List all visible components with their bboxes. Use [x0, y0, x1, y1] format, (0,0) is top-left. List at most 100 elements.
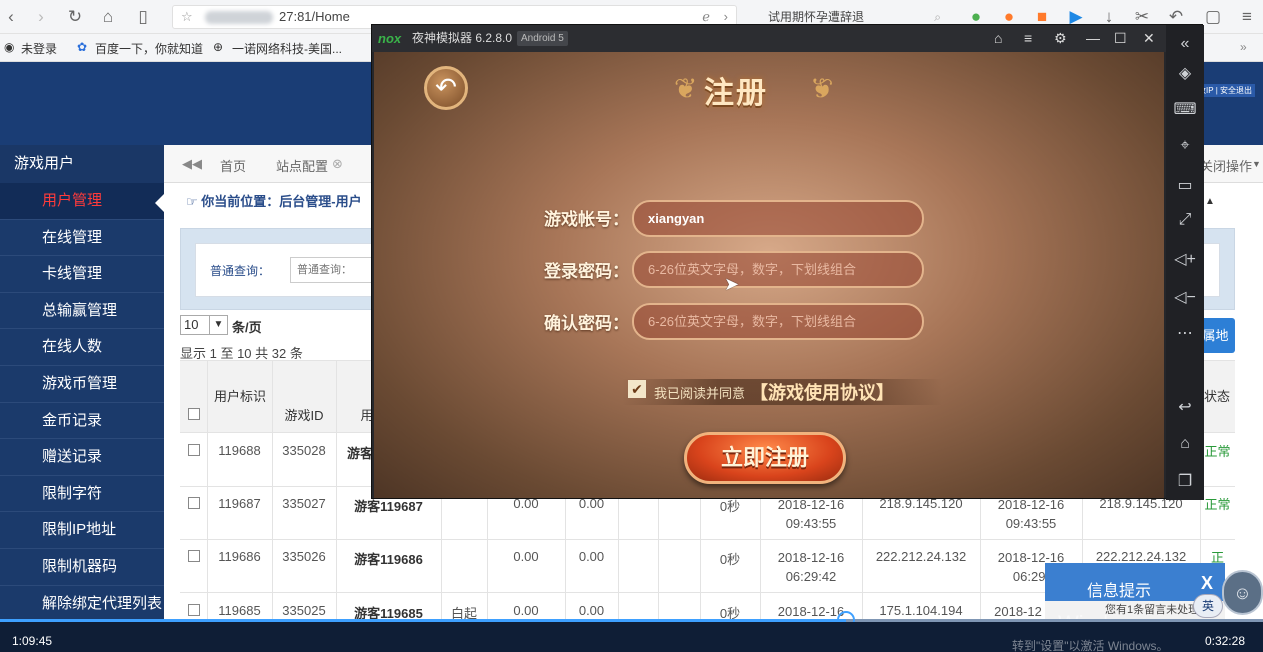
location-icon[interactable]: ⌖: [1166, 137, 1204, 155]
close-tab-icon[interactable]: ⊗: [332, 156, 343, 172]
sidebar-item-gift-records[interactable]: 赠送记录: [0, 439, 164, 476]
globe-icon: ⊕: [213, 40, 224, 54]
elapsed-time: 1:09:45: [12, 634, 53, 648]
more-bookmarks-icon[interactable]: »: [1240, 40, 1247, 54]
row-checkbox[interactable]: [188, 604, 200, 616]
sidebar-item-online-count[interactable]: 在线人数: [0, 329, 164, 366]
refresh-icon[interactable]: ↻: [64, 6, 86, 28]
close-icon[interactable]: ✕: [1143, 25, 1155, 52]
header-user-mark[interactable]: 用户标识: [208, 387, 272, 407]
collapse-icon[interactable]: ◀◀: [182, 156, 202, 172]
pointer-icon: ☞: [186, 194, 198, 209]
laurel-right-icon: ❦: [810, 73, 834, 104]
cell-last-ip: 222.212.24.132: [1095, 549, 1187, 564]
sidebar-item-restrict-chars[interactable]: 限制字符: [0, 476, 164, 513]
cell-user-mark: 119688: [218, 443, 261, 458]
cell-game-id: 335028: [282, 443, 326, 458]
select-all-checkbox[interactable]: [188, 408, 200, 420]
minimize-icon[interactable]: —: [1086, 25, 1100, 52]
forward-icon[interactable]: ›: [30, 6, 52, 28]
tab-site-config[interactable]: 站点配置: [276, 156, 328, 175]
register-title: 注册: [704, 77, 768, 110]
toast-close-button[interactable]: X: [1201, 573, 1213, 594]
header-status[interactable]: 状态: [1202, 387, 1232, 407]
agreement-link[interactable]: 【游戏使用协议】: [750, 379, 894, 405]
fullscreen-icon[interactable]: ⤢: [1166, 211, 1204, 229]
bookmark-baidu[interactable]: 百度一下，你就知道: [95, 40, 203, 57]
shirt-icon[interactable]: ⌂: [994, 25, 1002, 52]
back-icon[interactable]: ‹: [0, 6, 22, 28]
user-icon: ◉: [4, 40, 15, 54]
recent-apps-icon[interactable]: ❐: [1166, 471, 1204, 491]
header-game-id[interactable]: 游戏ID: [272, 405, 336, 424]
page-size-suffix: 条/页: [232, 320, 262, 335]
bookmark-not-logged-in[interactable]: 未登录: [21, 40, 57, 57]
screen-icon[interactable]: ▭: [1166, 175, 1204, 195]
agree-checkbox[interactable]: ✔: [628, 380, 646, 398]
sidebar-item-game-currency[interactable]: 游戏币管理: [0, 366, 164, 403]
confirm-label: 确认密码：: [544, 314, 629, 333]
sidebar-item-unbind-agents[interactable]: 解除绑定代理列表: [0, 586, 164, 623]
cell-value-1: 0.00: [513, 549, 539, 564]
home-icon[interactable]: ⌂: [1166, 435, 1204, 453]
star-icon[interactable]: ☆: [181, 6, 193, 28]
breadcrumb-text: 你当前位置：后台管理-用户: [201, 194, 362, 209]
sidebar-item-online[interactable]: 在线管理: [0, 220, 164, 257]
sidebar-item-win-loss[interactable]: 总输赢管理: [0, 293, 164, 330]
reader-icon[interactable]: ▯: [132, 6, 154, 28]
confirm-password-input[interactable]: 6-26位英文字母，数字，下划线组合: [632, 303, 924, 340]
cell-status: 正常: [1204, 444, 1231, 459]
account-value: xiangyan: [648, 211, 705, 226]
caret-down-icon[interactable]: ▼: [1252, 159, 1261, 169]
sidebar-item-restrict-ip[interactable]: 限制IP地址: [0, 512, 164, 549]
row-checkbox[interactable]: [188, 497, 200, 509]
sidebar-item-gold-records[interactable]: 金币记录: [0, 403, 164, 440]
home-icon[interactable]: ⌂: [97, 6, 119, 28]
sidebar-header[interactable]: 游戏用户: [0, 145, 164, 183]
gear-icon[interactable]: ⚙: [1054, 25, 1067, 52]
row-checkbox[interactable]: [188, 550, 200, 562]
cell-reg-ip: 222.212.24.132: [875, 549, 967, 564]
cell-user-mark: 119685: [218, 603, 261, 618]
chevron-down-icon[interactable]: ▼: [209, 316, 227, 334]
register-button[interactable]: 立即注册: [684, 432, 846, 484]
keymap-icon[interactable]: ◈: [1166, 63, 1204, 83]
sidebar-item-user-management[interactable]: 用户管理: [0, 183, 164, 220]
cell-user-mark: 119687: [218, 496, 261, 511]
mouse-cursor-icon: ➤: [724, 274, 740, 294]
sidebar-item-restrict-machine[interactable]: 限制机器码: [0, 549, 164, 586]
row-checkbox[interactable]: [188, 444, 200, 456]
agree-text: 我已阅读并同意: [654, 386, 746, 401]
bookmark-yinuo[interactable]: 一诺网络科技-美国...: [232, 40, 342, 57]
bag-icon[interactable]: ▢: [1202, 6, 1224, 28]
chevrons-left-icon[interactable]: «: [1166, 35, 1204, 53]
cell-user-mark: 119686: [218, 549, 261, 564]
password-label: 登录密码：: [544, 262, 629, 281]
cell-last-time: 2018-12-16 09:43:55: [997, 497, 1065, 531]
toast-title: 信息提示: [1087, 583, 1152, 600]
tab-home[interactable]: 首页: [220, 156, 246, 175]
more-icon[interactable]: ⋯: [1166, 323, 1204, 343]
admin-sidebar: 游戏用户 用户管理 在线管理 卡线管理 总输赢管理 在线人数 游戏币管理 金币记…: [0, 145, 165, 623]
keyboard-icon[interactable]: ⌨: [1166, 99, 1204, 119]
cell-game-id: 335027: [282, 496, 326, 511]
close-operations[interactable]: 关闭操作: [1200, 156, 1252, 175]
menu-icon[interactable]: ≡: [1024, 25, 1032, 52]
account-input[interactable]: xiangyan: [632, 200, 924, 237]
password-input[interactable]: 6-26位英文字母，数字，下划线组合: [632, 251, 924, 288]
volume-down-icon[interactable]: ◁−: [1166, 287, 1204, 307]
volume-up-icon[interactable]: ◁+: [1166, 249, 1204, 269]
laurel-left-icon: ❦: [674, 73, 698, 104]
android-badge: Android 5: [517, 31, 568, 46]
ime-indicator[interactable]: 英: [1193, 594, 1223, 618]
page-size-select[interactable]: 10 ▼: [180, 315, 228, 335]
filter-input[interactable]: [290, 257, 380, 283]
sidebar-item-stuck-line[interactable]: 卡线管理: [0, 256, 164, 293]
nox-logo: nox: [378, 31, 402, 46]
maximize-icon[interactable]: ☐: [1114, 25, 1127, 52]
windows-watermark-text: 转到"设置"以激活 Windows。: [1012, 639, 1169, 652]
menu-icon[interactable]: ≡: [1236, 6, 1258, 28]
back-icon[interactable]: ↩: [1166, 397, 1204, 417]
assistant-avatar[interactable]: ☺: [1222, 570, 1263, 615]
back-arrow-icon[interactable]: ↶: [424, 66, 468, 110]
